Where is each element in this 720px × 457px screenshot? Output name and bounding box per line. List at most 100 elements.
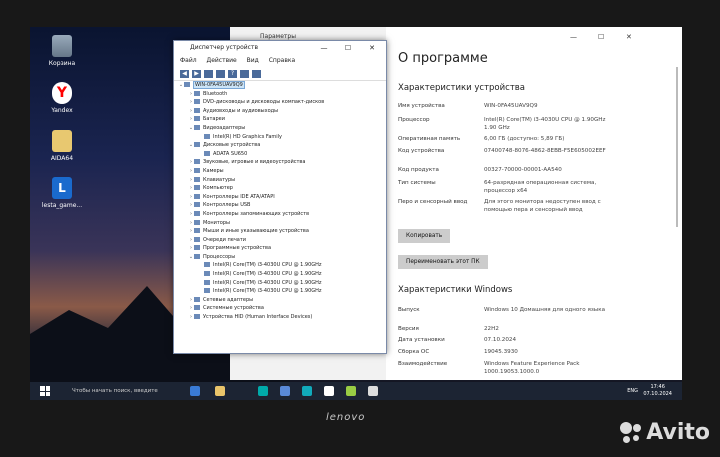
maximize-button[interactable]: ☐ bbox=[598, 33, 604, 41]
device-tree-label: Intel(R) Core(TM) i3-4030U CPU @ 1.90GHz bbox=[213, 279, 322, 286]
close-button[interactable]: ✕ bbox=[626, 33, 632, 41]
spec-key: Тип системы bbox=[398, 180, 436, 186]
folder-icon bbox=[52, 130, 72, 152]
device-tree-label: Батареи bbox=[203, 116, 225, 123]
device-tree-node[interactable]: › Системные устройства bbox=[174, 304, 386, 313]
yandex-browser-icon[interactable] bbox=[324, 386, 334, 396]
device-tree-label: Intel(R) HD Graphics Family bbox=[213, 133, 282, 140]
device-tree-node[interactable]: Intel(R) Core(TM) i3-4030U CPU @ 1.90GHz bbox=[174, 287, 386, 296]
device-tree-node[interactable]: › Мыши и иные указывающие устройства bbox=[174, 227, 386, 236]
taskbar: Чтобы начать поиск, введите ENG 17:46 07… bbox=[30, 382, 682, 400]
device-tree-node[interactable]: › Камеры bbox=[174, 167, 386, 176]
app-icon[interactable] bbox=[302, 386, 312, 396]
device-tree-node[interactable]: ⌄ Видеоадаптеры bbox=[174, 124, 386, 133]
device-icon bbox=[194, 99, 200, 105]
device-icon bbox=[194, 90, 200, 96]
device-icon bbox=[194, 236, 200, 242]
device-tree-label: Intel(R) Core(TM) i3-4030U CPU @ 1.90GHz bbox=[213, 288, 322, 295]
device-icon bbox=[204, 271, 210, 277]
device-tree-node[interactable]: ⌄ WIN-0FA45UAV9Q9 bbox=[174, 81, 386, 90]
device-tree-node[interactable]: Intel(R) Core(TM) i3-4030U CPU @ 1.90GHz bbox=[174, 279, 386, 288]
dm-close-button[interactable]: ✕ bbox=[362, 41, 382, 55]
device-tree-node[interactable]: › Bluetooth bbox=[174, 90, 386, 99]
device-tree-node[interactable]: › Батареи bbox=[174, 115, 386, 124]
device-tree-label: Сетевые адаптеры bbox=[203, 296, 254, 303]
desktop-icon-label: lesta_game... bbox=[41, 202, 83, 209]
settings-main: — ☐ ✕ О программе Характеристики устройс… bbox=[386, 27, 682, 380]
spec-key: Взаимодействие bbox=[398, 361, 448, 367]
lenovo-logo: lenovo bbox=[326, 412, 366, 423]
edge-icon[interactable] bbox=[258, 386, 268, 396]
task-view-icon[interactable] bbox=[190, 386, 200, 396]
device-tree-node[interactable]: › Аудиовходы и аудиовыходы bbox=[174, 107, 386, 116]
spec-key: Оперативная память bbox=[398, 136, 461, 142]
desktop-icon-aida64[interactable]: AIDA64 bbox=[40, 130, 84, 162]
copy-button[interactable]: Копировать bbox=[398, 229, 451, 243]
device-tree-node[interactable]: Intel(R) Core(TM) i3-4030U CPU @ 1.90GHz bbox=[174, 270, 386, 279]
device-icon bbox=[194, 253, 200, 259]
device-icon bbox=[194, 210, 200, 216]
menu-view[interactable]: Вид bbox=[247, 57, 259, 64]
device-icon bbox=[194, 176, 200, 182]
dm-minimize-button[interactable]: — bbox=[314, 41, 334, 55]
device-tree-node[interactable]: Intel(R) HD Graphics Family bbox=[174, 133, 386, 142]
device-tree-node[interactable]: › Очереди печати bbox=[174, 236, 386, 245]
device-tree-label: Системные устройства bbox=[203, 305, 264, 312]
spec-key: Код продукта bbox=[398, 167, 439, 173]
explorer-icon[interactable] bbox=[215, 386, 225, 396]
device-tree-node[interactable]: › Мониторы bbox=[174, 219, 386, 228]
device-tree-node[interactable]: › Устройства HID (Human Interface Devices… bbox=[174, 313, 386, 322]
desktop-icon-recycle-bin[interactable]: Корзина bbox=[40, 35, 84, 67]
device-tree-node[interactable]: › Сетевые адаптеры bbox=[174, 296, 386, 305]
desktop-icon-label: AIDA64 bbox=[50, 155, 74, 162]
settings-app-icon[interactable] bbox=[346, 386, 356, 396]
device-tree-label: Мониторы bbox=[203, 219, 230, 226]
device-tree-node[interactable]: ⌄ Дисковые устройства bbox=[174, 141, 386, 150]
spec-key: Код устройства bbox=[398, 148, 445, 154]
device-manager-app-icon[interactable] bbox=[368, 386, 378, 396]
back-arrow-icon[interactable]: ◀ bbox=[180, 69, 189, 78]
device-tree-label: DVD-дисководы и дисководы компакт-дисков bbox=[203, 99, 325, 106]
language-indicator[interactable]: ENG bbox=[627, 388, 638, 394]
desktop-icon-lesta[interactable]: L lesta_game... bbox=[40, 177, 84, 209]
rename-pc-button[interactable]: Переименовать этот ПК bbox=[398, 255, 488, 269]
device-tree-node[interactable]: › Контроллеры USB bbox=[174, 201, 386, 210]
device-tree-label: Контроллеры запоминающих устройств bbox=[203, 210, 310, 217]
dm-maximize-button[interactable]: ☐ bbox=[338, 41, 358, 55]
desktop-icon-yandex[interactable]: Y Yandex bbox=[40, 82, 84, 114]
device-icon bbox=[194, 202, 200, 208]
menu-action[interactable]: Действие bbox=[207, 57, 237, 64]
device-icon bbox=[204, 279, 210, 285]
device-icon bbox=[194, 185, 200, 191]
spec-value: 07400748-8076-4862-8EBB-F5E605002EEF bbox=[484, 148, 606, 154]
mail-icon[interactable] bbox=[280, 386, 290, 396]
device-tree-node[interactable]: Intel(R) Core(TM) i3-4030U CPU @ 1.90GHz bbox=[174, 261, 386, 270]
device-tree-node[interactable]: › Программные устройства bbox=[174, 244, 386, 253]
device-tree-node[interactable]: ⌄ Процессоры bbox=[174, 253, 386, 262]
taskbar-search[interactable]: Чтобы начать поиск, введите bbox=[58, 385, 184, 397]
spec-value: Windows Feature Experience Pack 1000.190… bbox=[484, 361, 580, 375]
list-icon[interactable] bbox=[216, 69, 225, 78]
forward-arrow-icon[interactable]: ▶ bbox=[192, 69, 201, 78]
device-tree-node[interactable]: › DVD-дисководы и дисководы компакт-диско… bbox=[174, 98, 386, 107]
device-icon bbox=[194, 116, 200, 122]
scrollbar[interactable] bbox=[676, 67, 678, 227]
device-tree-node[interactable]: › Компьютер bbox=[174, 184, 386, 193]
device-tree-node[interactable]: › Звуковые, игровые и видеоустройства bbox=[174, 158, 386, 167]
device-tree-node[interactable]: › Контроллеры IDE ATA/ATAPI bbox=[174, 193, 386, 202]
clock[interactable]: 17:46 07.10.2024 bbox=[643, 384, 672, 398]
windows-section-title: Характеристики Windows bbox=[398, 285, 513, 295]
menu-file[interactable]: Файл bbox=[180, 57, 197, 64]
help-icon[interactable]: ? bbox=[228, 69, 237, 78]
menu-help[interactable]: Справка bbox=[269, 57, 295, 64]
device-tree-node[interactable]: › Контроллеры запоминающих устройств bbox=[174, 210, 386, 219]
properties-icon[interactable] bbox=[204, 69, 213, 78]
view-icon[interactable] bbox=[240, 69, 249, 78]
device-tree-node[interactable]: ADATA SU650 bbox=[174, 150, 386, 159]
device-tree-node[interactable]: › Клавиатуры bbox=[174, 176, 386, 185]
monitor-icon[interactable] bbox=[252, 69, 261, 78]
minimize-button[interactable]: — bbox=[570, 33, 577, 41]
device-icon bbox=[204, 133, 210, 139]
device-manager-menu: Файл Действие Вид Справка bbox=[174, 55, 386, 67]
start-button[interactable] bbox=[40, 386, 50, 396]
